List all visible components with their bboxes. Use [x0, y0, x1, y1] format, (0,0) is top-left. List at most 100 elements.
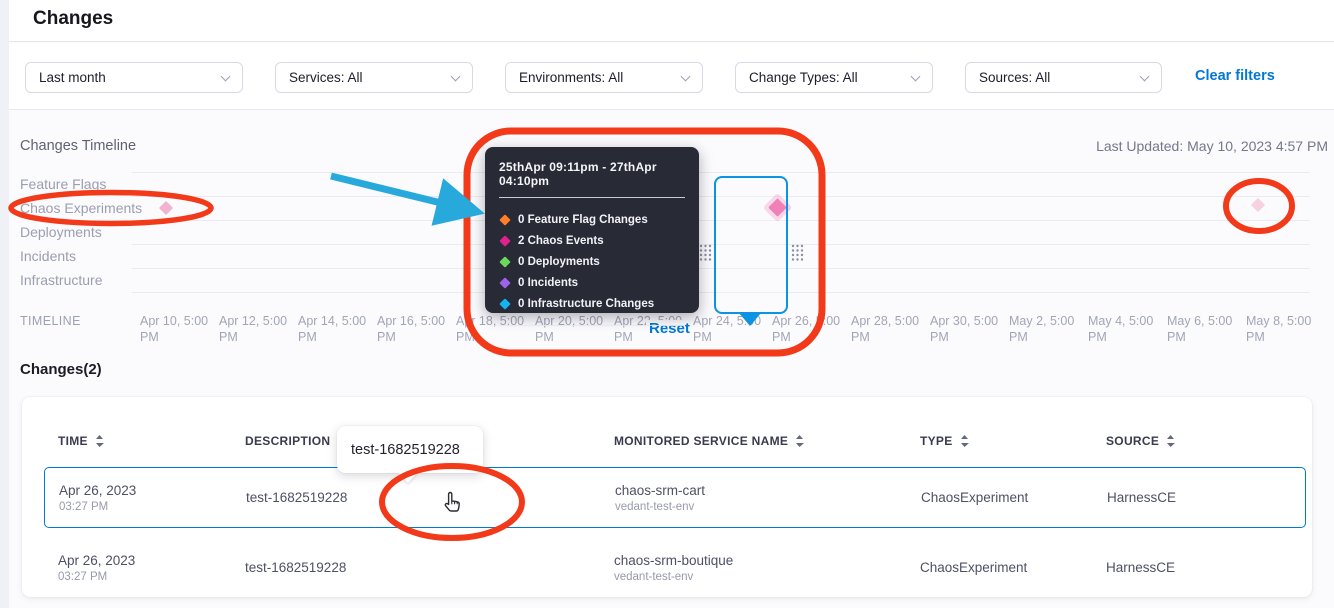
diamond-icon — [499, 235, 510, 246]
legend-item-label: 0 Feature Flag Changes — [518, 214, 648, 226]
timeline-row-label: Chaos Experiments — [20, 200, 142, 217]
legend-item-label: 0 Deployments — [518, 256, 600, 268]
sort-icon — [795, 434, 804, 448]
tooltip-caret — [398, 472, 418, 483]
table-row[interactable]: Apr 26, 2023 03:27 PM test-1682519228 ch… — [44, 540, 1306, 595]
row-source: HarnessCE — [1106, 560, 1175, 575]
legend-item: 0 Feature Flag Changes — [499, 209, 685, 230]
description-hover-tooltip: test-1682519228 — [337, 426, 483, 473]
column-header-description[interactable]: DESCRIPTION — [245, 434, 346, 448]
grip-dots-icon — [699, 244, 712, 261]
change-types-filter-label: Change Types: All — [749, 70, 858, 85]
column-label: TIME — [58, 434, 88, 448]
legend-item-label: 0 Incidents — [518, 277, 578, 289]
legend-item: 0 Deployments — [499, 251, 685, 272]
timeline-hover-tooltip: 25thApr 09:11pm - 27thApr 04:10pm 0 Feat… — [485, 147, 699, 313]
change-types-filter[interactable]: Change Types: All — [735, 62, 933, 93]
tooltip-legend: 0 Feature Flag Changes 2 Chaos Events 0 De… — [499, 209, 685, 314]
source-cell: HarnessCE — [1107, 468, 1176, 527]
axis-tick: Apr 16, 5:00PM — [377, 313, 455, 345]
reset-brush-link[interactable]: Reset — [646, 320, 693, 337]
axis-tick: Apr 26, 5:00PM — [772, 313, 850, 345]
timeline-row-label: Infrastructure — [20, 272, 102, 289]
description-cell[interactable]: test-1682519228 — [246, 468, 347, 527]
axis-tick: Apr 28, 5:00PM — [851, 313, 929, 345]
legend-item-label: 2 Chaos Events — [518, 235, 604, 247]
timeline-brush-selection[interactable] — [714, 176, 788, 314]
sources-filter-label: Sources: All — [979, 70, 1050, 85]
chevron-down-icon — [451, 71, 461, 81]
axis-tick: May 6, 5:00PM — [1167, 313, 1245, 345]
column-header-time[interactable]: TIME — [58, 434, 104, 448]
chevron-down-icon — [1140, 71, 1150, 81]
axis-tick: Apr 20, 5:00PM — [535, 313, 613, 345]
time-range-filter[interactable]: Last month — [25, 62, 243, 93]
axis-tick: May 4, 5:00PM — [1088, 313, 1166, 345]
monitored-service-cell: chaos-srm-boutique vedant-test-env — [614, 540, 733, 595]
type-cell: ChaosExperiment — [921, 468, 1028, 527]
diamond-icon — [499, 277, 510, 288]
grip-dots-icon — [791, 244, 804, 261]
tooltip-time-range: 25thApr 09:11pm - 27thApr 04:10pm — [499, 160, 685, 188]
chaos-event-marker[interactable] — [159, 201, 173, 215]
column-header-type[interactable]: TYPE — [920, 434, 969, 448]
row-service: chaos-srm-cart — [615, 483, 705, 498]
column-label: SOURCE — [1106, 434, 1159, 448]
annotation-arrow — [331, 176, 474, 211]
clear-filters-link[interactable]: Clear filters — [1195, 68, 1275, 84]
time-range-filter-label: Last month — [39, 70, 106, 85]
left-edge-strip — [0, 0, 9, 608]
legend-item-label: 0 Infrastructure Changes — [518, 298, 654, 310]
changes-count-title: Changes(2) — [20, 361, 102, 378]
description-cell[interactable]: test-1682519228 — [245, 540, 346, 595]
row-description: test-1682519228 — [245, 560, 346, 575]
row-clock: 03:27 PM — [59, 501, 136, 513]
axis-tick: May 2, 5:00PM — [1009, 313, 1087, 345]
time-cell: Apr 26, 2023 03:27 PM — [59, 468, 136, 527]
last-updated-text: Last Updated: May 10, 2023 4:57 PM — [1096, 138, 1328, 154]
column-header-monitored-service[interactable]: MONITORED SERVICE NAME — [614, 434, 804, 448]
axis-tick: Apr 14, 5:00PM — [298, 313, 376, 345]
monitored-service-cell: chaos-srm-cart vedant-test-env — [615, 468, 705, 527]
timeline-row-label: Feature Flags — [20, 176, 106, 193]
tooltip-divider — [499, 325, 685, 326]
sort-icon — [960, 434, 969, 448]
top-header: Changes — [9, 0, 1334, 42]
row-clock: 03:27 PM — [58, 571, 135, 583]
timeline-row-label: Incidents — [20, 248, 76, 265]
sort-icon — [1166, 434, 1175, 448]
column-label: TYPE — [920, 434, 953, 448]
legend-item: 0 Incidents — [499, 272, 685, 293]
chevron-down-icon — [911, 71, 921, 81]
row-service: chaos-srm-boutique — [614, 553, 733, 568]
environments-filter-label: Environments: All — [519, 70, 623, 85]
type-cell: ChaosExperiment — [920, 540, 1027, 595]
chaos-event-marker[interactable] — [1251, 198, 1265, 212]
environments-filter[interactable]: Environments: All — [505, 62, 703, 93]
row-date: Apr 26, 2023 — [58, 553, 135, 568]
column-header-source[interactable]: SOURCE — [1106, 434, 1175, 448]
time-cell: Apr 26, 2023 03:27 PM — [58, 540, 135, 595]
page-title: Changes — [33, 8, 113, 30]
row-date: Apr 26, 2023 — [59, 483, 136, 498]
timeline-gridline — [132, 172, 1310, 173]
brush-left-handle[interactable] — [699, 244, 712, 261]
services-filter-label: Services: All — [289, 70, 363, 85]
row-source: HarnessCE — [1107, 490, 1176, 505]
column-label: MONITORED SERVICE NAME — [614, 434, 788, 448]
services-filter[interactable]: Services: All — [275, 62, 473, 93]
row-environment: vedant-test-env — [614, 571, 733, 583]
brush-right-handle[interactable] — [791, 244, 804, 261]
sources-filter[interactable]: Sources: All — [965, 62, 1162, 93]
table-row[interactable]: Apr 26, 2023 03:27 PM test-1682519228 ch… — [44, 467, 1306, 528]
axis-tick: Apr 10, 5:00PM — [140, 313, 218, 345]
diamond-icon — [499, 214, 510, 225]
chevron-down-icon — [681, 71, 691, 81]
axis-tick: May 8, 5:00PM — [1246, 313, 1324, 345]
tooltip-divider — [499, 197, 685, 198]
diamond-icon — [499, 298, 510, 309]
column-label: DESCRIPTION — [245, 434, 330, 448]
legend-item: 0 Infrastructure Changes — [499, 293, 685, 314]
row-environment: vedant-test-env — [615, 501, 705, 513]
timeline-row-label: Deployments — [20, 224, 102, 241]
